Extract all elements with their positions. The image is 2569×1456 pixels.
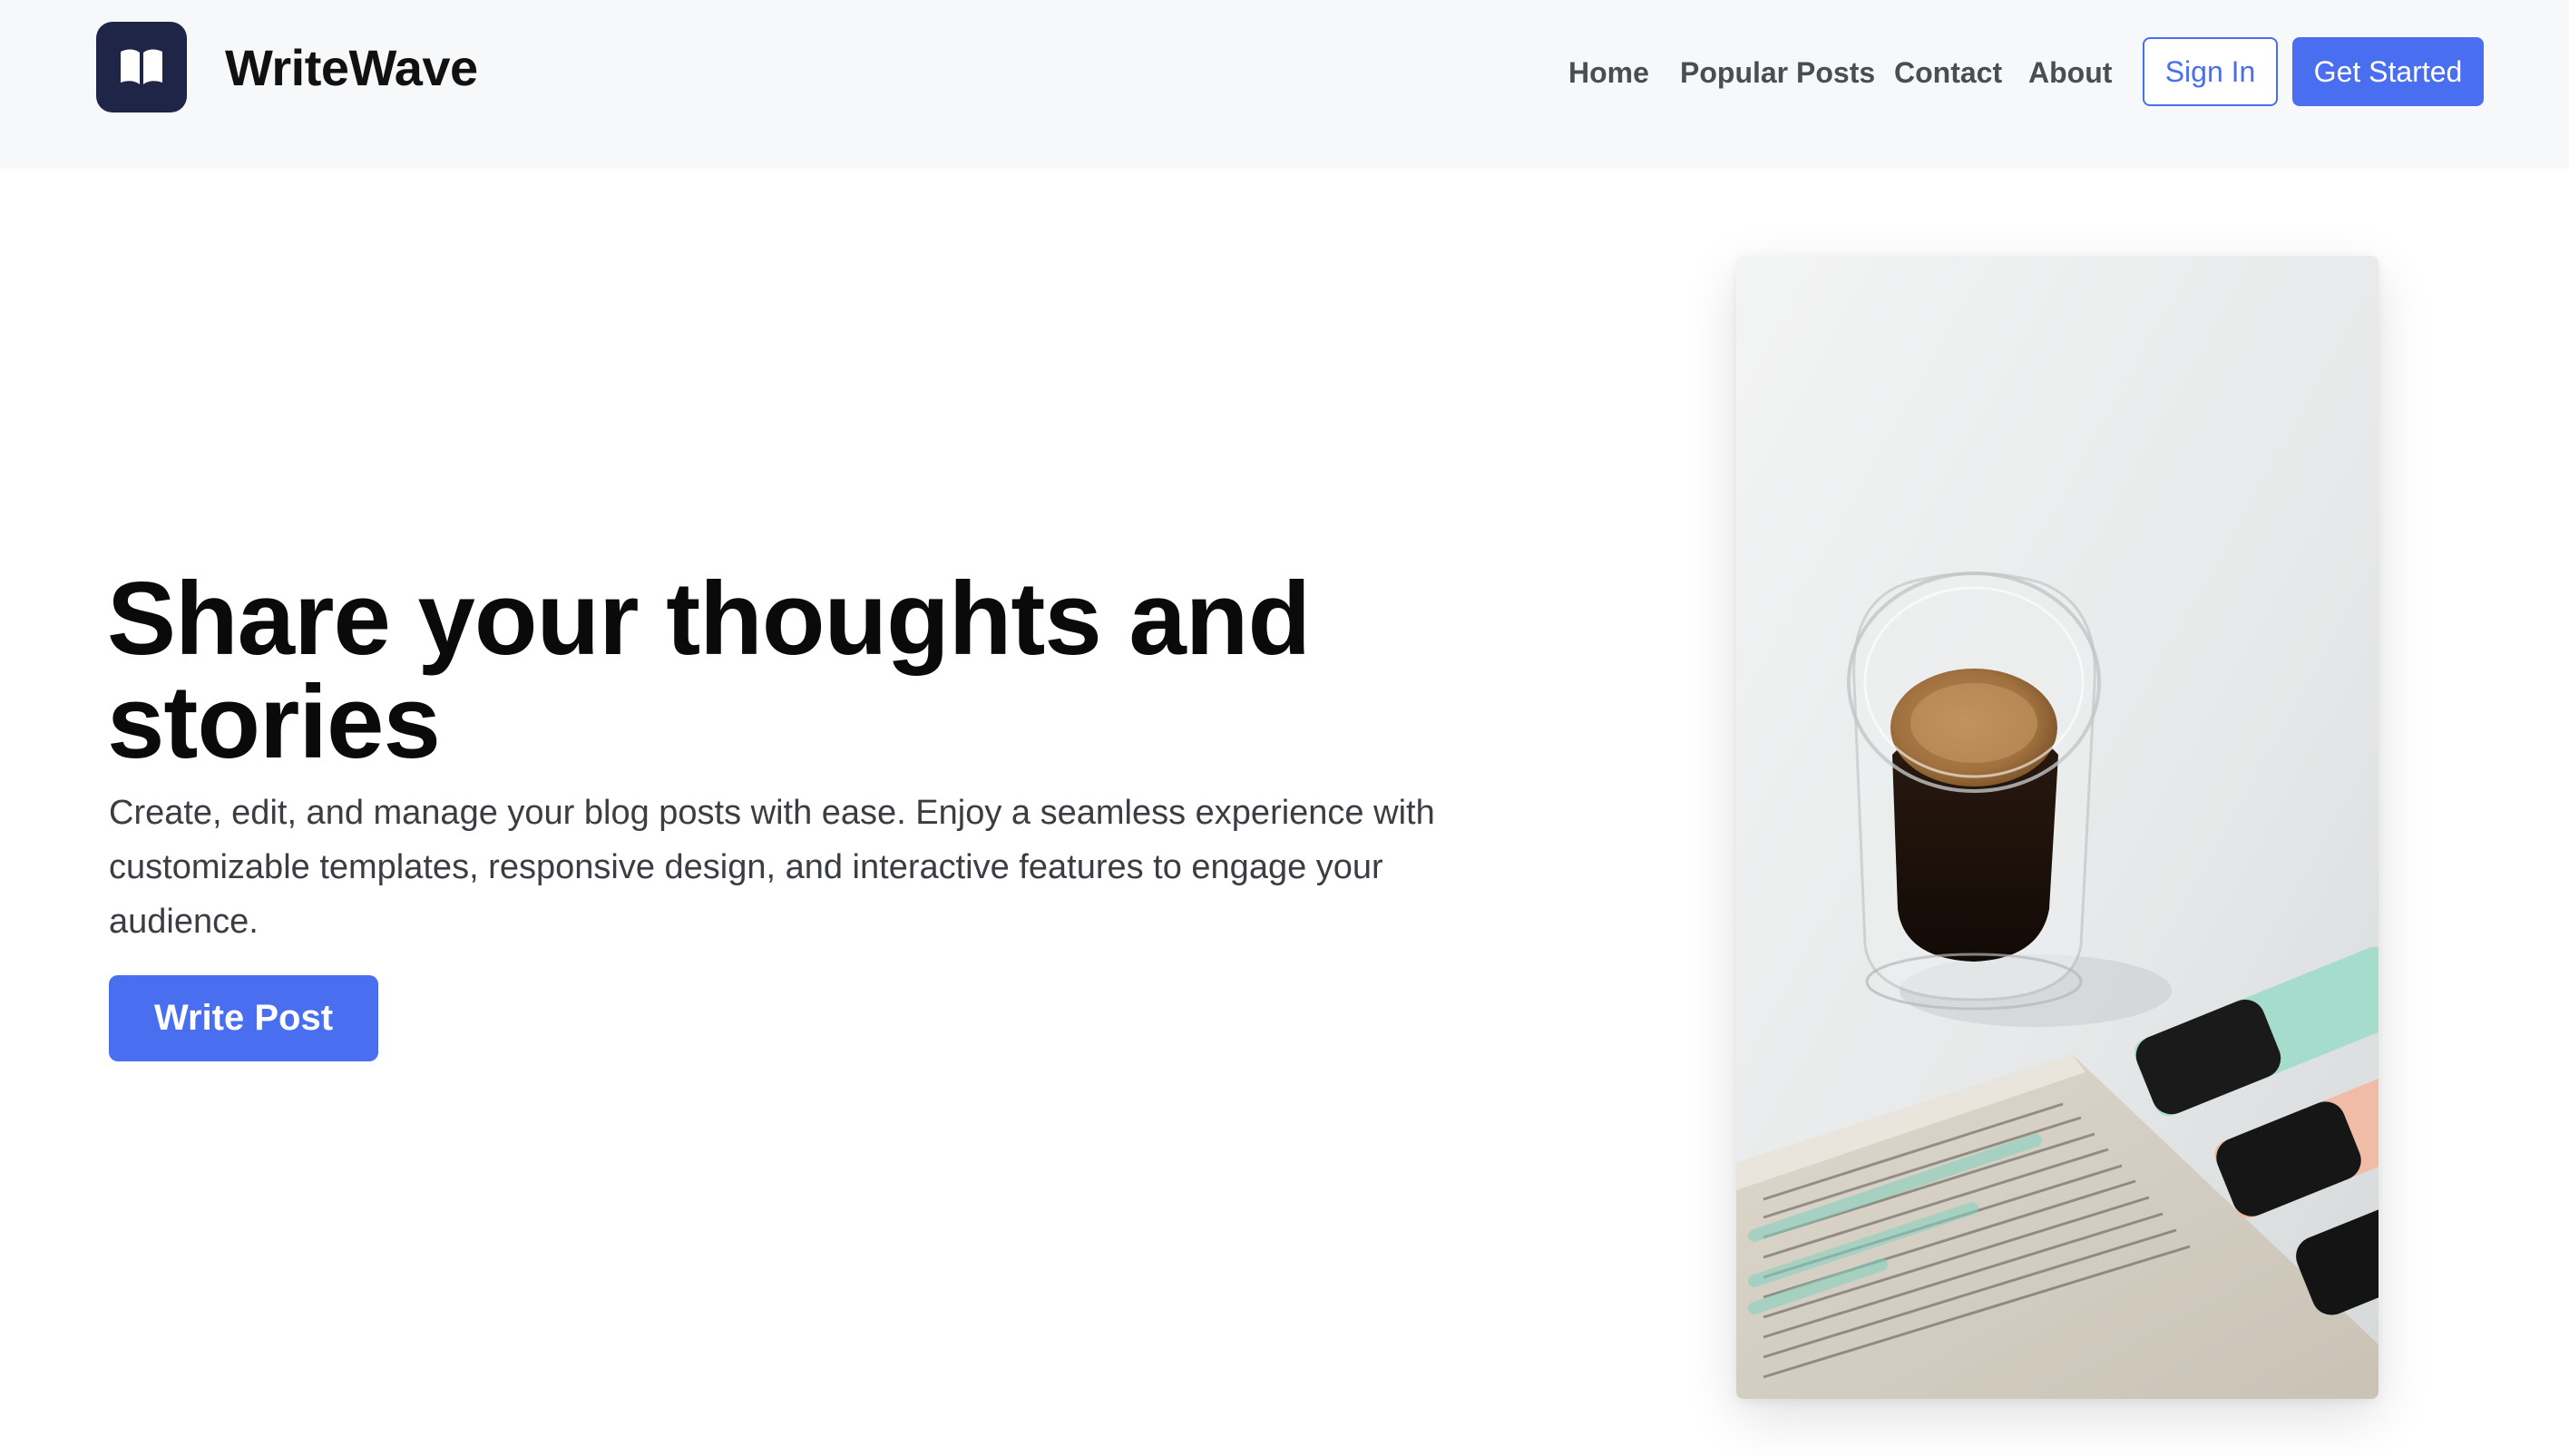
nav-contact[interactable]: Contact bbox=[1894, 56, 2002, 90]
get-started-button[interactable]: Get Started bbox=[2292, 37, 2484, 106]
nav-popular-posts[interactable]: Popular Posts bbox=[1680, 56, 1875, 90]
coffee-still-life-illustration bbox=[1736, 256, 2379, 1399]
brand-name[interactable]: WriteWave bbox=[225, 38, 478, 97]
sign-in-button[interactable]: Sign In bbox=[2143, 37, 2278, 106]
hero-description: Create, edit, and manage your blog posts… bbox=[109, 794, 1435, 941]
open-book-icon bbox=[121, 49, 162, 84]
logo[interactable] bbox=[96, 22, 187, 112]
hero-image bbox=[1736, 256, 2379, 1399]
write-post-button[interactable]: Write Post bbox=[109, 975, 378, 1061]
nav-home[interactable]: Home bbox=[1568, 56, 1649, 90]
nav-about[interactable]: About bbox=[2028, 56, 2112, 90]
hero-title: Share your thoughts and stories bbox=[107, 562, 1311, 780]
site-header: WriteWave Home Popular Posts Contact Abo… bbox=[0, 0, 2569, 169]
